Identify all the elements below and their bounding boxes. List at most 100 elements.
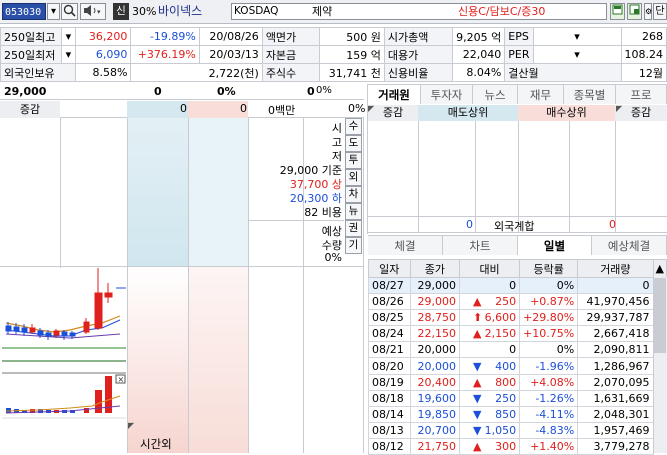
daily-row[interactable]: 08/12 21,750 ▲ 300 +1.40% 3,779,278 [368, 437, 667, 455]
window-icon[interactable] [627, 3, 642, 20]
daily-row[interactable]: 08/19 20,400 ▲ 800 +4.08% 2,070,095 [368, 373, 667, 391]
daily-row[interactable]: 08/24 22,150 ▲ 2,150 +10.75% 2,667,418 [368, 325, 667, 343]
daily-close: 19,850 [409, 405, 461, 423]
daily-rate: 0% [519, 341, 579, 359]
daily-diff-cell: ▼ 850 [459, 405, 521, 423]
price-change: 0 [154, 85, 162, 98]
daily-diff: 300 [495, 439, 517, 453]
svg-text:×: × [118, 375, 125, 384]
daily-date: 08/12 [368, 437, 411, 455]
daily-diff-cell: ▼ 1,050 [459, 421, 521, 439]
amount-rate: 0% [348, 102, 366, 115]
settings-icon[interactable]: ⚙ [644, 3, 652, 20]
dropdown-icon[interactable]: ▾ [532, 27, 622, 46]
dropdown-icon[interactable]: ▾ [60, 45, 77, 64]
tab-finance[interactable]: 재무 [518, 84, 564, 104]
daily-diff: 0 [509, 279, 517, 293]
daily-rate: -1.26% [519, 389, 579, 407]
daily-table: 일자 종가 대비 등락률 거래량 ▲ 08/27 29,000 0 0% 0 08/26 2… [368, 259, 667, 455]
info-value: 500 원 [318, 27, 385, 46]
daily-close: 28,750 [409, 309, 461, 327]
info-value: 8.58% [75, 63, 132, 82]
daily-date: 08/13 [368, 421, 411, 439]
daily-diff-cell: ▲ 300 [459, 437, 521, 455]
arrow-up-icon: ▲ [473, 375, 482, 389]
tab-chart[interactable]: 차트 [443, 235, 518, 255]
sell-volume-column [127, 118, 188, 266]
daily-row[interactable]: 08/25 28,750 ⬆ 6,600 +29.80% 29,937,787 [368, 309, 667, 327]
daily-diff-cell: 0 [459, 276, 521, 295]
arrow-up-icon: ▲ [473, 439, 482, 453]
corner-marker-icon: ◤ [128, 421, 135, 430]
info-row-high: 250일최고 ▾ 36,200 -19.89% 20/08/26 액면가 500… [0, 27, 667, 46]
speaker-icon[interactable]: ▾ [80, 3, 106, 20]
daily-row[interactable]: 08/14 19,850 ▼ 850 -4.11% 2,048,301 [368, 405, 667, 423]
single-view-button[interactable]: 단 [653, 3, 667, 20]
side-button-news[interactable]: 뉴 [345, 203, 362, 220]
daily-diff-cell: ▲ 250 [459, 293, 521, 311]
daily-date: 08/26 [368, 293, 411, 311]
corner-marker-icon: ◤ [616, 104, 623, 113]
side-button-do[interactable]: 도 [345, 135, 362, 152]
info-label: 대용가 [383, 45, 454, 64]
tab-daily[interactable]: 일별 [518, 235, 592, 255]
daily-row[interactable]: 08/27 29,000 0 0% 0 [368, 276, 667, 295]
daily-row[interactable]: 08/13 20,700 ▼ 1,050 -4.83% 1,957,469 [368, 421, 667, 439]
buy-total-cell [188, 101, 248, 118]
tab-investor[interactable]: 투자자 [421, 84, 473, 104]
side-button-chart[interactable]: 차 [345, 186, 362, 203]
code-dropdown-icon[interactable]: ▾ [47, 3, 60, 20]
broker-col-sell-top: 매도상위 [418, 105, 518, 121]
dropdown-icon[interactable]: ▾ [532, 45, 622, 64]
dropdown-icon[interactable]: ▾ [60, 27, 77, 46]
tab-broker[interactable]: 거래원 [368, 84, 421, 104]
info-value: 108.24 [620, 45, 667, 64]
stock-code-input[interactable]: 053030 [2, 3, 46, 20]
col-diff: 대비 [459, 259, 521, 278]
daily-rate: -4.83% [519, 421, 579, 439]
tab-trades[interactable]: 체결 [368, 235, 443, 255]
side-button-sell[interactable]: 수 [345, 118, 362, 135]
daily-close: 29,000 [409, 276, 461, 295]
info-label: 250일최고 [0, 27, 62, 46]
daily-row[interactable]: 08/20 20,000 ▼ 400 -1.96% 1,286,967 [368, 357, 667, 375]
daily-row[interactable]: 08/18 19,600 ▼ 250 -1.26% 1,631,669 [368, 389, 667, 407]
stock-name: 바이넥스 [158, 4, 203, 18]
daily-close: 22,150 [409, 325, 461, 343]
scrollbar-thumb[interactable] [654, 278, 666, 353]
daily-diff: 6,600 [484, 311, 517, 325]
info-value: 6,090 [75, 45, 132, 64]
daily-vol: 2,090,811 [577, 341, 654, 359]
current-price: 29,000 [4, 85, 47, 98]
search-icon[interactable] [61, 3, 78, 20]
sell-total-cell [127, 101, 188, 118]
foreign-total-label: 외국계합 [494, 220, 535, 233]
daily-rate: +1.40% [519, 437, 579, 455]
info-row-foreign: 외국인보유 8.58% 2,722(천) 주식수 31,741 천 신용비율 8… [0, 63, 667, 82]
arrow-down-icon: ▼ [473, 423, 482, 437]
trade-amount: 0백만 [268, 104, 296, 117]
chart-icon[interactable] [610, 3, 625, 20]
side-button-foreign[interactable]: 외 [345, 169, 362, 186]
broker-col-change-2: 증감 [615, 105, 667, 121]
daily-row[interactable]: 08/21 20,000 0 0% 2,090,811 [368, 341, 667, 359]
scroll-up-icon[interactable]: ▲ [652, 259, 667, 278]
credit-mark-badge: 신 [113, 3, 129, 20]
stock-info-table: 250일최고 ▾ 36,200 -19.89% 20/08/26 액면가 500… [0, 27, 667, 82]
info-label: 외국인보유 [0, 63, 77, 82]
info-value: 12월 [620, 63, 667, 82]
tab-program[interactable]: 프로 [616, 84, 667, 104]
tab-news[interactable]: 뉴스 [473, 84, 518, 104]
daily-diff: 250 [495, 295, 517, 309]
mini-chart[interactable]: × [2, 268, 126, 453]
daily-rate: +4.08% [519, 373, 579, 391]
info-label: 주식수 [261, 63, 320, 82]
tab-by-stock[interactable]: 종목별 [564, 84, 616, 104]
daily-row[interactable]: 08/26 29,000 ▲ 250 +0.87% 41,970,456 [368, 293, 667, 311]
side-button-rights[interactable]: 권 [345, 220, 362, 237]
col-volume: 거래량 [577, 259, 654, 278]
tab-expected[interactable]: 예상체결 [592, 235, 667, 255]
side-button-invest[interactable]: 투 [345, 152, 362, 169]
side-button-etc[interactable]: 기 [345, 237, 362, 254]
info-label: 250일최저 [0, 45, 62, 64]
